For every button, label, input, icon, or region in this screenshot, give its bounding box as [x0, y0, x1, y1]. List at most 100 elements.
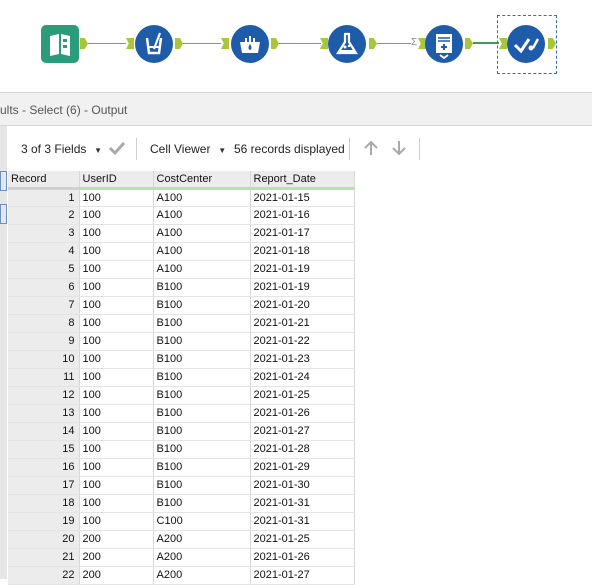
record-cell[interactable]: 8: [8, 314, 80, 333]
output-anchor[interactable]: [271, 38, 279, 49]
userid-cell[interactable]: 100: [79, 368, 154, 387]
userid-cell[interactable]: 100: [79, 422, 154, 441]
table-row[interactable]: 18 100 B100 2021-01-31: [8, 494, 355, 513]
costcenter-cell[interactable]: B100: [153, 476, 251, 495]
input-anchor[interactable]: [126, 38, 134, 49]
browse-tool-icon[interactable]: [507, 25, 545, 63]
userid-cell[interactable]: 100: [79, 404, 154, 423]
record-cell[interactable]: 7: [8, 296, 80, 315]
userid-cell[interactable]: 200: [79, 548, 154, 567]
userid-cell[interactable]: 100: [79, 278, 154, 297]
costcenter-cell[interactable]: B100: [153, 368, 251, 387]
report-date-cell[interactable]: 2021-01-25: [250, 530, 355, 549]
output-anchor[interactable]: [175, 38, 183, 49]
report-date-cell[interactable]: 2021-01-26: [250, 404, 355, 423]
costcenter-cell[interactable]: B100: [153, 314, 251, 333]
record-cell[interactable]: 12: [8, 386, 80, 405]
record-cell[interactable]: 9: [8, 332, 80, 351]
record-cell[interactable]: 11: [8, 368, 80, 387]
arrow-up-icon[interactable]: [362, 139, 380, 162]
report-date-cell[interactable]: 2021-01-25: [250, 386, 355, 405]
input-anchor[interactable]: [221, 38, 229, 49]
report-date-cell[interactable]: 2021-01-27: [250, 566, 355, 585]
record-cell[interactable]: 19: [8, 512, 80, 531]
costcenter-cell[interactable]: B100: [153, 440, 251, 459]
userid-cell[interactable]: 100: [79, 242, 154, 261]
userid-cell[interactable]: 100: [79, 314, 154, 333]
input-data-icon[interactable]: [41, 25, 79, 63]
report-date-cell[interactable]: 2021-01-17: [250, 224, 355, 243]
table-row[interactable]: 12 100 B100 2021-01-25: [8, 386, 355, 405]
costcenter-cell[interactable]: B100: [153, 458, 251, 477]
record-cell[interactable]: 16: [8, 458, 80, 477]
output-anchor[interactable]: [369, 38, 377, 49]
record-cell[interactable]: 3: [8, 224, 80, 243]
costcenter-cell[interactable]: C100: [153, 512, 251, 531]
workflow-canvas[interactable]: Σ: [0, 0, 592, 92]
table-row[interactable]: 14 100 B100 2021-01-27: [8, 422, 355, 441]
userid-cell[interactable]: 100: [79, 458, 154, 477]
costcenter-cell[interactable]: B100: [153, 296, 251, 315]
costcenter-cell[interactable]: A100: [153, 260, 251, 279]
userid-cell[interactable]: 100: [79, 386, 154, 405]
userid-cell[interactable]: 100: [79, 224, 154, 243]
userid-cell[interactable]: 100: [79, 260, 154, 279]
table-row[interactable]: 1 100 A100 2021-01-15: [8, 188, 355, 207]
report-date-cell[interactable]: 2021-01-30: [250, 476, 355, 495]
costcenter-cell[interactable]: B100: [153, 350, 251, 369]
table-row[interactable]: 2 100 A100 2021-01-16: [8, 206, 355, 225]
table-row[interactable]: 8 100 B100 2021-01-21: [8, 314, 355, 333]
userid-cell[interactable]: 100: [79, 188, 154, 207]
userid-cell[interactable]: 100: [79, 296, 154, 315]
table-row[interactable]: 19 100 C100 2021-01-31: [8, 512, 355, 531]
column-header-userid[interactable]: UserID: [79, 171, 154, 190]
report-date-cell[interactable]: 2021-01-31: [250, 512, 355, 531]
table-row[interactable]: 15 100 B100 2021-01-28: [8, 440, 355, 459]
record-cell[interactable]: 14: [8, 422, 80, 441]
record-cell[interactable]: 15: [8, 440, 80, 459]
costcenter-cell[interactable]: A100: [153, 206, 251, 225]
report-date-cell[interactable]: 2021-01-18: [250, 242, 355, 261]
record-cell[interactable]: 18: [8, 494, 80, 513]
report-date-cell[interactable]: 2021-01-16: [250, 206, 355, 225]
userid-cell[interactable]: 100: [79, 332, 154, 351]
table-view-button[interactable]: [0, 171, 7, 191]
record-cell[interactable]: 10: [8, 350, 80, 369]
record-cell[interactable]: 4: [8, 242, 80, 261]
report-date-cell[interactable]: 2021-01-27: [250, 422, 355, 441]
report-date-cell[interactable]: 2021-01-28: [250, 440, 355, 459]
userid-cell[interactable]: 100: [79, 494, 154, 513]
table-row[interactable]: 11 100 B100 2021-01-24: [8, 368, 355, 387]
report-date-cell[interactable]: 2021-01-19: [250, 278, 355, 297]
record-cell[interactable]: 6: [8, 278, 80, 297]
table-row[interactable]: 7 100 B100 2021-01-20: [8, 296, 355, 315]
report-date-cell[interactable]: 2021-01-20: [250, 296, 355, 315]
userid-cell[interactable]: 100: [79, 350, 154, 369]
column-header-report-date[interactable]: Report_Date: [250, 171, 355, 190]
report-date-cell[interactable]: 2021-01-19: [250, 260, 355, 279]
userid-cell[interactable]: 100: [79, 476, 154, 495]
column-header-record[interactable]: Record: [8, 171, 80, 190]
record-cell[interactable]: 22: [8, 566, 80, 585]
costcenter-cell[interactable]: A100: [153, 188, 251, 207]
table-row[interactable]: 20 200 A200 2021-01-25: [8, 530, 355, 549]
costcenter-cell[interactable]: A200: [153, 566, 251, 585]
costcenter-cell[interactable]: B100: [153, 494, 251, 513]
costcenter-cell[interactable]: A200: [153, 548, 251, 567]
table-row[interactable]: 17 100 B100 2021-01-30: [8, 476, 355, 495]
report-date-cell[interactable]: 2021-01-23: [250, 350, 355, 369]
report-date-cell[interactable]: 2021-01-22: [250, 332, 355, 351]
userid-cell[interactable]: 200: [79, 566, 154, 585]
formula-tool-icon[interactable]: [328, 25, 366, 63]
costcenter-cell[interactable]: B100: [153, 404, 251, 423]
report-date-cell[interactable]: 2021-01-26: [250, 548, 355, 567]
report-date-cell[interactable]: 2021-01-15: [250, 188, 355, 207]
arrow-down-icon[interactable]: [390, 139, 408, 162]
record-cell[interactable]: 5: [8, 260, 80, 279]
input-anchor[interactable]: [320, 38, 328, 49]
record-cell[interactable]: 13: [8, 404, 80, 423]
cell-viewer-dropdown[interactable]: Cell Viewer ▼: [150, 142, 226, 156]
costcenter-cell[interactable]: B100: [153, 422, 251, 441]
costcenter-cell[interactable]: A100: [153, 242, 251, 261]
table-row[interactable]: 3 100 A100 2021-01-17: [8, 224, 355, 243]
